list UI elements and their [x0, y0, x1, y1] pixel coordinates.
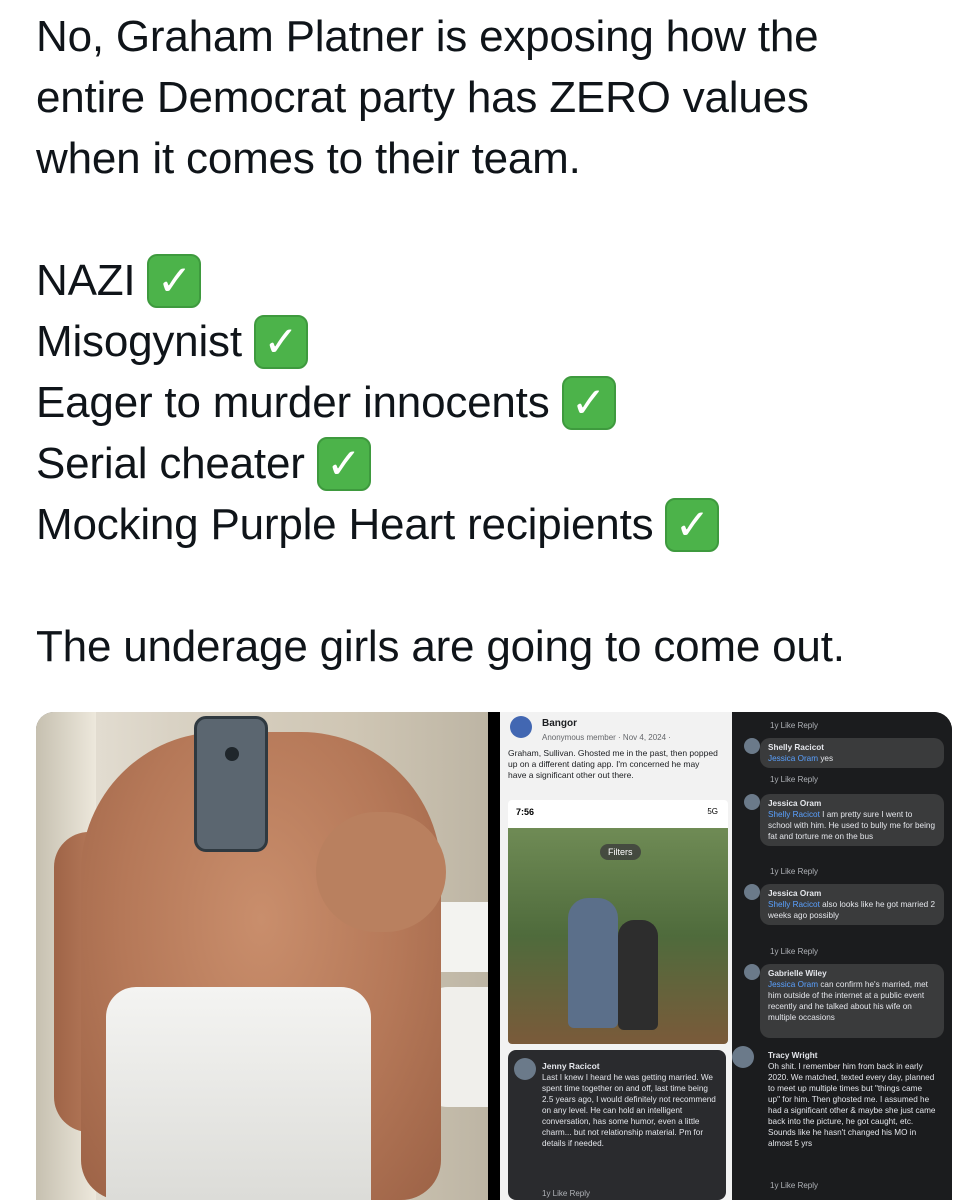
tweet-line: NAZI ✓ [36, 250, 956, 311]
dating-app-screenshot: 7:56 5G Filters [508, 800, 728, 1044]
tweet-line: when it comes to their team. [36, 128, 956, 189]
comment-author: Jessica Oram [768, 889, 822, 898]
check-mark-icon: ✓ [253, 314, 308, 369]
tweet-line: Serial cheater ✓ [36, 433, 956, 494]
comment-bubble: Shelly Racicot Jessica Oram yes [760, 738, 944, 768]
phone-signal: 5G [707, 807, 718, 816]
check-mark-icon: ✓ [561, 375, 616, 430]
tweet-line-text: NAZI [36, 256, 136, 305]
tweet-line-text: Misogynist [36, 317, 242, 366]
person-figure [568, 898, 618, 1028]
tweet-line-text: Mocking Purple Heart recipients [36, 500, 654, 549]
tweet-line-text: when it comes to their team. [36, 134, 581, 183]
comments-panel: 1y Like Reply Shelly Racicot Jessica Ora… [732, 712, 952, 1200]
comment-text: Oh shit. I remember him from back in ear… [768, 1062, 936, 1148]
tweet-line: Eager to murder innocents ✓ [36, 372, 956, 433]
avatar [514, 1058, 536, 1080]
comment-actions: 1y Like Reply [770, 1181, 819, 1190]
mirror-selfie-photo[interactable] [36, 712, 488, 1200]
comment-author: Tracy Wright [768, 1051, 818, 1060]
check-mark-icon: ✓ [665, 497, 720, 552]
phone-in-hand [194, 716, 268, 852]
comment-bubble: Jessica Oram Shelly Racicot I am pretty … [760, 794, 944, 846]
comment-mention: Shelly Racicot [768, 900, 820, 909]
tweet-line-text: The underage girls are going to come out… [36, 622, 845, 671]
comment-body: Last I knew I heard he was getting marri… [542, 1073, 716, 1148]
tweet-line-text: Eager to murder innocents [36, 378, 550, 427]
dating-photo: Filters [508, 828, 728, 1044]
comment-bubble: Tracy Wright Oh shit. I remember him fro… [760, 1046, 944, 1174]
comment-mention: Jessica Oram [768, 754, 819, 763]
comment-author: Jenny Racicot [542, 1061, 600, 1071]
comment-actions: 1y Like Reply [542, 1189, 591, 1198]
tweet-line: Mocking Purple Heart recipients ✓ [36, 494, 956, 555]
tweet-line-text: Serial cheater [36, 439, 305, 488]
comment-mention: Shelly Racicot [768, 810, 820, 819]
camera-lens-icon [225, 747, 239, 761]
comment-actions: 1y Like Reply [770, 775, 819, 784]
comment-author: Shelly Racicot [768, 743, 824, 752]
avatar [732, 1046, 754, 1068]
check-mark-icon: ✓ [316, 436, 371, 491]
comment-actions: 1y Like Reply [770, 721, 819, 730]
comment-jenny: Jenny Racicot Last I knew I heard he was… [508, 1050, 726, 1200]
tweet-line-text: entire Democrat party has ZERO values [36, 73, 809, 122]
tweet-line: The underage girls are going to come out… [36, 616, 956, 677]
tweet-line-text: No, Graham Platner is exposing how the [36, 12, 819, 61]
group-avatar-icon [510, 716, 532, 738]
phone-time: 7:56 [516, 807, 535, 817]
comment-bubble: Gabrielle Wiley Jessica Oram can confirm… [760, 964, 944, 1038]
comment-actions: 1y Like Reply [770, 947, 819, 956]
comment-actions: 1y Like Reply [770, 867, 819, 876]
tweet-line: Misogynist ✓ [36, 311, 956, 372]
post-body: Graham, Sullivan. Ghosted me in the past… [508, 748, 718, 780]
avatar [744, 794, 760, 810]
group-post: Bangor Anonymous member · Nov 4, 2024 · … [500, 712, 732, 1200]
post-meta: Anonymous member · Nov 4, 2024 · [542, 733, 671, 742]
check-mark-icon: ✓ [147, 253, 202, 308]
facebook-screenshot[interactable]: Bangor Anonymous member · Nov 4, 2024 · … [500, 712, 952, 1200]
filters-button: Filters [600, 844, 641, 860]
person-figure [618, 920, 658, 1030]
group-name: Bangor [542, 718, 577, 729]
comment-mention: Jessica Oram [768, 980, 819, 989]
comment-author: Gabrielle Wiley [768, 969, 827, 978]
comment-bubble: Jessica Oram Shelly Racicot also looks l… [760, 884, 944, 925]
tweet-line: No, Graham Platner is exposing how the [36, 6, 956, 67]
avatar [744, 738, 760, 754]
comment-author: Jessica Oram [768, 799, 822, 808]
tweet-media[interactable]: Bangor Anonymous member · Nov 4, 2024 · … [36, 712, 952, 1200]
comment-text: yes [818, 754, 834, 763]
avatar [744, 884, 760, 900]
right-arm [316, 812, 446, 932]
tweet-line: entire Democrat party has ZERO values [36, 67, 956, 128]
avatar [744, 964, 760, 980]
tweet-text: No, Graham Platner is exposing how the e… [36, 6, 956, 677]
towel [106, 987, 371, 1200]
